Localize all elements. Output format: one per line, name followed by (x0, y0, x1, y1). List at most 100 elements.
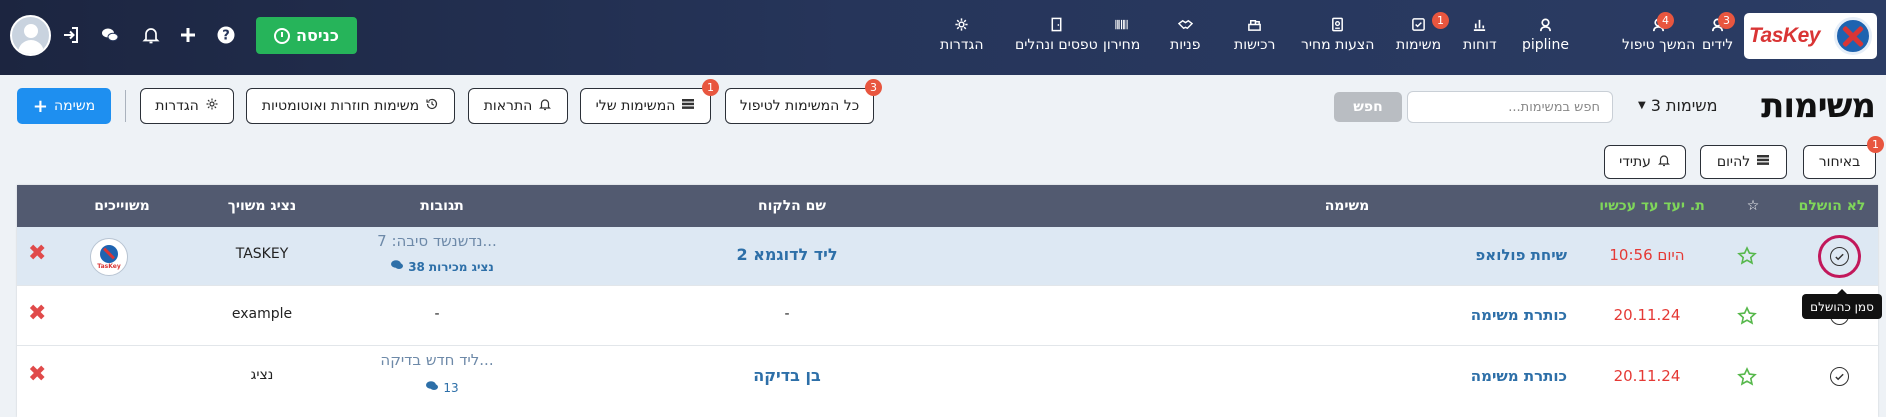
nav-label: לידים (1702, 37, 1734, 53)
add-icon[interactable] (175, 22, 201, 48)
nav-label: pipline (1522, 37, 1569, 53)
door-icon (1049, 14, 1064, 34)
star-icon[interactable] (1737, 246, 1757, 266)
filter-alerts-button[interactable]: התראות (468, 88, 568, 124)
gear-icon (205, 97, 219, 115)
nav-item-followups[interactable]: המשך טיפול 4 (1622, 12, 1696, 62)
search-input[interactable] (1407, 91, 1613, 123)
col-assignees[interactable]: משוייכים (62, 185, 182, 227)
new-task-label: משימה (53, 98, 96, 114)
assigned-rep: TASKEY (235, 246, 289, 262)
chat-icon[interactable] (97, 22, 123, 48)
delete-icon[interactable]: ✖ (28, 362, 46, 387)
app-logo[interactable]: TasKey (1744, 13, 1877, 59)
logo-emblem-icon (100, 244, 118, 263)
search-button[interactable]: חפש (1334, 92, 1402, 122)
col-client[interactable]: שם הלקוח (717, 185, 867, 227)
nav-item-tasks[interactable]: משימות 1 (1396, 12, 1449, 62)
handshake-icon (1177, 14, 1193, 34)
col-star[interactable]: ☆ (1733, 185, 1773, 227)
badge-count: 1 (1867, 136, 1884, 153)
response-meta: נציג מכירות 38 (372, 259, 512, 274)
mark-done-check-icon[interactable] (1830, 367, 1849, 386)
table-row[interactable]: 20.11.24 כותרת משימה - - example ✖ (17, 286, 1878, 346)
nav-item-leads[interactable]: לידים 3 (1702, 12, 1735, 62)
nav-item-purchases[interactable]: רכישות (1234, 14, 1275, 62)
client-name-link[interactable]: ליד לדוגמא 2 (697, 245, 877, 264)
bell-icon[interactable] (138, 22, 164, 48)
user-avatar[interactable] (10, 15, 51, 56)
due-date: 20.11.24 (1613, 306, 1681, 324)
task-title-link[interactable]: שיחת פולואפ (1417, 246, 1567, 264)
col-responses[interactable]: תגובות (377, 185, 507, 227)
assigned-rep: example (231, 306, 293, 322)
nav-label: המשך טיפול (1622, 37, 1696, 53)
nav-item-inquiries[interactable]: פניות (1170, 14, 1201, 62)
history-icon (425, 97, 439, 115)
client-name: - (784, 306, 790, 322)
nav-label: הצעות מחיר (1301, 37, 1375, 53)
mini-logo-text: TasKey (97, 262, 121, 270)
nav-item-forms[interactable]: טפסים ונהלים (1015, 14, 1098, 62)
nav-label: פניות (1170, 37, 1201, 53)
delete-icon[interactable]: ✖ (28, 301, 46, 326)
client-name-link[interactable]: בן בדיקה (697, 366, 877, 385)
bell-icon (1657, 153, 1671, 171)
nav-badge: 1 (1432, 12, 1449, 29)
response-count: 13 (443, 380, 459, 395)
filter-today-button[interactable]: להיום (1700, 145, 1787, 179)
help-icon[interactable]: ? (213, 22, 239, 48)
comments-icon (390, 259, 404, 274)
comments-icon (425, 380, 439, 395)
delete-icon[interactable]: ✖ (28, 241, 46, 266)
nav-label: משימות (1396, 37, 1442, 53)
filter-future-button[interactable]: עתידי (1604, 145, 1686, 179)
table-row[interactable]: 20.11.24 כותרת משימה בן בדיקה ליד חדש בד… (17, 346, 1878, 407)
new-task-button[interactable]: + משימה (17, 88, 111, 124)
nav-label: טפסים ונהלים (1015, 37, 1098, 53)
nav-item-reports[interactable]: דוחות (1463, 14, 1497, 62)
mark-done-check-icon[interactable] (1830, 247, 1849, 266)
recurring-tasks-button[interactable]: משימות חוזרות ואוטומטיות (246, 88, 455, 124)
login-icon[interactable] (58, 22, 84, 48)
assignee-avatar[interactable]: TasKey (90, 238, 128, 276)
last-response-text[interactable]: ליד חדש בדיקה... (347, 351, 527, 369)
due-date: היום 10:56 (1609, 246, 1685, 264)
nav-badge: 4 (1657, 12, 1674, 29)
nav-item-quotes[interactable]: הצעות מחיר (1301, 14, 1374, 62)
nav-label: מחירון (1103, 37, 1141, 53)
star-icon[interactable] (1737, 367, 1757, 387)
filter-label: להיום (1716, 154, 1751, 170)
table-row[interactable]: היום 10:56 שיחת פולואפ ליד לדוגמא 2 נדשנ… (17, 227, 1878, 286)
col-rep[interactable]: נציג משויך (202, 185, 322, 227)
filter-label: באיחור (1818, 154, 1861, 170)
filter-all-tasks-button[interactable]: כל המשימות לטיפול 3 (725, 79, 882, 124)
nav-item-settings[interactable]: הגדרות (940, 14, 983, 62)
logo-emblem-icon (1834, 17, 1872, 55)
filter-label: התראות (483, 98, 533, 114)
star-icon[interactable] (1737, 306, 1757, 326)
last-response-text[interactable]: נדשנשד סיבה: 7... (347, 232, 527, 250)
task-title-link[interactable]: כותרת משימה (1417, 306, 1567, 324)
task-title-link[interactable]: כותרת משימה (1417, 367, 1567, 385)
col-not-done[interactable]: לא הושלם (1792, 185, 1872, 227)
caret-down-icon: ▼ (1638, 100, 1646, 111)
nav-item-pipline[interactable]: pipline (1522, 14, 1569, 62)
settings-button[interactable]: הגדרות (140, 88, 234, 124)
list-icon (1756, 153, 1770, 171)
badge-count: 1 (702, 79, 719, 96)
filter-late-button[interactable]: באיחור 1 (1803, 136, 1884, 179)
task-count-label: 3 משימות (1650, 96, 1718, 115)
nav-item-pricelist[interactable]: מחירון (1103, 14, 1140, 62)
col-due[interactable]: ת. יעד עד עכשיו (1582, 185, 1722, 227)
filter-my-tasks-button[interactable]: המשימות שלי 1 (580, 79, 719, 124)
badge-count: 3 (865, 79, 882, 96)
filter-label: כל המשימות לטיפול (739, 98, 860, 114)
task-count-dropdown[interactable]: ▼ 3 משימות (1638, 96, 1718, 115)
col-task[interactable]: משימה (1267, 185, 1427, 227)
response-count: 38 (408, 259, 425, 274)
bar-chart-icon (1472, 14, 1487, 34)
response-meta: 13 (372, 380, 512, 395)
enter-button[interactable]: כניסה (256, 17, 357, 54)
clock-icon (274, 27, 291, 44)
